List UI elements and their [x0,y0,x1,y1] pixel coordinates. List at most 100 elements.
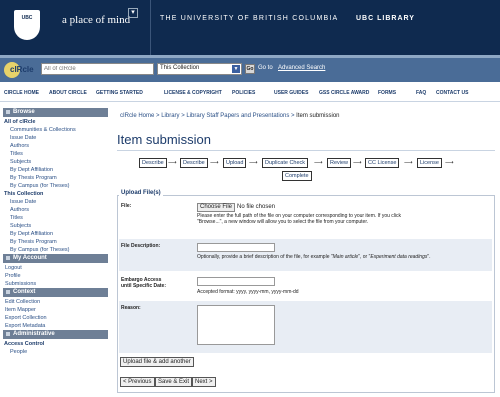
sidebar-item[interactable]: By Dept Affiliation [3,166,108,174]
library-name[interactable]: UBC LIBRARY [356,15,415,22]
search-input[interactable] [41,63,154,75]
sidebar-item[interactable]: Export Collection [3,314,108,322]
header-divider [150,0,151,55]
tagline-expand-icon[interactable]: ▾ [128,8,138,18]
sidebar-item[interactable]: By Dept Affiliation [3,230,108,238]
sidebar-this-list: Issue Date Authors Titles Subjects By De… [3,198,108,254]
sidebar-item[interactable]: Authors [3,206,108,214]
sidebar-item-logout[interactable]: Logout [3,264,108,272]
nav-item-policies[interactable]: POLICIES [232,90,255,96]
breadcrumb-library[interactable]: Library [161,113,179,119]
reason-textarea[interactable] [197,305,275,345]
nav-item-about[interactable]: ABOUT CIRCLE [49,90,87,96]
nav-item-circle-home[interactable]: CIRCLE HOME [4,90,39,96]
tagline: a place of mind [62,14,131,26]
file-status: No file chosen [237,204,276,210]
sidebar-item[interactable]: Communities & Collections [3,126,108,134]
upload-add-another-button[interactable]: Upload file & add another [120,357,194,367]
step-describe-1[interactable]: Describe [139,158,167,168]
embargo-row: Embargo Access until Specific Date: Accep… [119,274,492,300]
sidebar-account-list: Logout Profile Submissions [3,264,108,288]
sidebar-item[interactable]: Titles [3,150,108,158]
save-exit-button[interactable]: Save & Exit [155,377,193,387]
step-upload[interactable]: Upload [223,158,247,168]
main-nav: CIRCLE HOME ABOUT CIRCLE GETTING STARTED… [0,87,500,101]
circle-logo[interactable]: cIRcle [4,62,40,78]
sidebar-item[interactable]: Subjects [3,158,108,166]
previous-button[interactable]: < Previous [120,377,155,387]
arrow-right-icon: ⟶ [168,160,177,166]
arrow-right-icon: ⟶ [314,160,323,166]
breadcrumb-collection[interactable]: Library Staff Papers and Presentations [186,113,289,119]
sidebar-item[interactable]: Subjects [3,222,108,230]
sidebar-subheading-access: Access Control [4,341,45,347]
sidebar-item[interactable]: Titles [3,214,108,222]
sidebar-heading-context: Context [3,288,108,297]
step-review[interactable]: Review [327,158,352,168]
step-complete[interactable]: Complete [282,171,312,181]
sidebar-item[interactable]: By Thesis Program [3,174,108,182]
arrow-right-icon: ⟶ [353,160,362,166]
breadcrumb: cIRcle Home > Library > Library Staff Pa… [120,113,340,119]
sidebar-item[interactable]: By Campus (for Theses) [3,182,108,190]
sidebar-all-list: Communities & Collections Issue Date Aut… [3,126,108,190]
sidebar-heading-browse: Browse [3,108,108,117]
search-scope-value: This Collection [160,65,200,71]
sidebar-item-people[interactable]: People [3,348,108,356]
university-name[interactable]: THE UNIVERSITY OF BRITISH COLUMBIA [160,15,338,22]
next-button[interactable]: Next > [192,377,216,387]
sidebar-item[interactable]: By Thesis Program [3,238,108,246]
file-label: File: [121,203,132,209]
sidebar-item-submissions[interactable]: Submissions [3,280,108,288]
arrow-right-icon: ⟶ [445,160,454,166]
sidebar-item[interactable]: By Campus (for Theses) [3,246,108,254]
choose-file-button[interactable]: Choose File [197,203,236,212]
nav-item-user-guides[interactable]: USER GUIDES [274,90,308,96]
reason-label: Reason: [121,305,141,311]
sidebar-item[interactable]: Edit Collection [3,298,108,306]
description-help: Optionally, provide a brief description … [197,254,431,260]
description-input[interactable] [197,243,275,252]
embargo-label: Embargo Access until Specific Date: [121,277,167,289]
sidebar: Browse All of cIRcle Communities & Colle… [3,108,108,356]
search-go-button[interactable]: Go [245,64,255,74]
nav-item-getting-started[interactable]: GETTING STARTED [96,90,143,96]
search-scope-select[interactable]: This Collection ▼ [157,63,242,75]
advanced-search-link[interactable]: Advanced Search [278,65,325,71]
embargo-date-input[interactable] [197,277,275,286]
step-describe-2[interactable]: Describe [180,158,208,168]
breadcrumb-home[interactable]: cIRcle Home [120,113,154,119]
arrow-right-icon: ⟶ [210,160,219,166]
nav-item-contact[interactable]: CONTACT US [436,90,468,96]
description-row: File Description: Optionally, provide a … [119,239,492,271]
chevron-down-icon: ▼ [232,65,240,73]
description-label: File Description: [121,243,161,249]
breadcrumb-current: Item submission [296,113,340,119]
sidebar-item[interactable]: Issue Date [3,198,108,206]
upload-legend: Upload File(s) [119,190,163,196]
ubc-logo[interactable]: UBC [6,6,48,48]
embargo-help: Accepted format: yyyy, yyyy-mm, yyyy-mm-… [197,289,299,295]
step-license[interactable]: License [417,158,442,168]
page-title: Item submission [117,132,211,147]
step-duplicate-check[interactable]: Duplicate Check [262,158,309,168]
nav-divider [0,101,500,102]
circle-logo-text: cIRcle [10,65,34,74]
sidebar-item[interactable]: Item Mapper [3,306,108,314]
nav-item-forms[interactable]: FORMS [378,90,396,96]
sidebar-context-list: Edit Collection Item Mapper Export Colle… [3,298,108,330]
sidebar-heading-account: My Account [3,254,108,263]
nav-item-license[interactable]: LICENSE & COPYRIGHT [164,90,222,96]
nav-item-gss-award[interactable]: GSS CIRCLE AWARD [319,90,369,96]
sidebar-subheading-this: This Collection [4,191,44,197]
arrow-right-icon: ⟶ [249,160,258,166]
sidebar-item-profile[interactable]: Profile [3,272,108,280]
go-to-label: Go to [258,65,273,71]
step-cc-license[interactable]: CC License [365,158,400,168]
ubc-logo-text: UBC [21,15,33,21]
nav-item-faq[interactable]: FAQ [416,90,426,96]
title-divider [117,150,495,151]
sidebar-item[interactable]: Export Metadata [3,322,108,330]
sidebar-item[interactable]: Authors [3,142,108,150]
sidebar-item[interactable]: Issue Date [3,134,108,142]
